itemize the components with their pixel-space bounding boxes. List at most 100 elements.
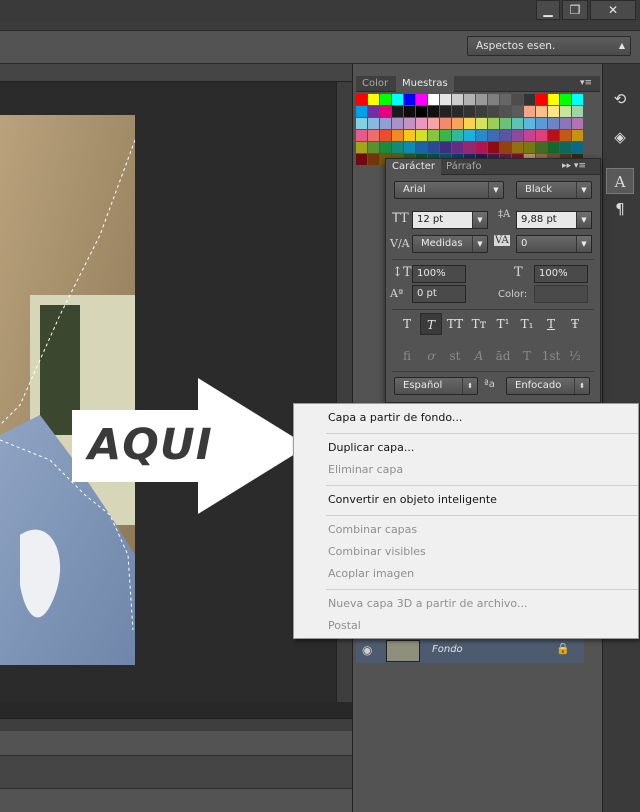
swatch[interactable] xyxy=(452,106,463,117)
swatch[interactable] xyxy=(452,142,463,153)
swatch[interactable] xyxy=(464,94,475,105)
swatch[interactable] xyxy=(572,130,583,141)
swatch[interactable] xyxy=(380,118,391,129)
swatch[interactable] xyxy=(452,94,463,105)
swatch[interactable] xyxy=(476,106,487,117)
swatch[interactable] xyxy=(500,130,511,141)
history-icon[interactable]: ⟲ xyxy=(606,86,634,112)
swatch[interactable] xyxy=(452,130,463,141)
swatch[interactable] xyxy=(500,118,511,129)
text-color-swatch[interactable] xyxy=(534,285,588,303)
swatch[interactable] xyxy=(356,118,367,129)
swatch[interactable] xyxy=(440,142,451,153)
panel-menu-icon[interactable]: ▸▸ ▾≡ xyxy=(562,161,586,171)
swatch[interactable] xyxy=(464,118,475,129)
swatch[interactable] xyxy=(512,142,523,153)
swatch[interactable] xyxy=(524,118,535,129)
swatch[interactable] xyxy=(392,106,403,117)
leading-field[interactable]: 9,88 pt ▼ xyxy=(516,211,592,229)
swatch[interactable] xyxy=(380,142,391,153)
all-caps-button[interactable]: TT xyxy=(444,313,466,335)
swatch[interactable] xyxy=(524,142,535,153)
language-select[interactable]: Español ⬍ xyxy=(394,377,478,395)
swatch[interactable] xyxy=(572,94,583,105)
swatch[interactable] xyxy=(512,118,523,129)
fractions-button[interactable]: ½ xyxy=(564,345,586,367)
swatch[interactable] xyxy=(368,130,379,141)
swatch[interactable] xyxy=(512,130,523,141)
ordinals-button[interactable]: 1st xyxy=(540,345,562,367)
swatch[interactable] xyxy=(368,118,379,129)
swatch[interactable] xyxy=(428,106,439,117)
underline-button[interactable]: T xyxy=(540,313,562,335)
swatch[interactable] xyxy=(392,130,403,141)
swatch[interactable] xyxy=(356,154,367,165)
swatch[interactable] xyxy=(392,94,403,105)
titling-alternates-button[interactable]: T xyxy=(516,345,538,367)
menu-item-eliminar-capa[interactable]: Eliminar capa xyxy=(328,463,403,476)
eye-icon[interactable]: ◉ xyxy=(362,643,372,657)
swatch[interactable] xyxy=(548,118,559,129)
swatch[interactable] xyxy=(416,142,427,153)
tab-color[interactable]: Color xyxy=(356,76,394,92)
baseline-shift-field[interactable]: 0 pt xyxy=(412,285,466,303)
menu-item-convertir-objeto-inteligente[interactable]: Convertir en objeto inteligente xyxy=(328,493,497,506)
swatch[interactable] xyxy=(548,94,559,105)
swatch[interactable] xyxy=(356,142,367,153)
stylistic-alternates-button[interactable]: ād xyxy=(492,345,514,367)
swatch[interactable] xyxy=(392,118,403,129)
swatch[interactable] xyxy=(488,118,499,129)
font-size-field[interactable]: 12 pt ▼ xyxy=(412,211,488,229)
swatch[interactable] xyxy=(548,130,559,141)
swatch[interactable] xyxy=(476,142,487,153)
menu-item-duplicar-capa[interactable]: Duplicar capa... xyxy=(328,441,414,454)
swatch[interactable] xyxy=(488,142,499,153)
swash-button[interactable]: A xyxy=(468,345,490,367)
swatch[interactable] xyxy=(440,130,451,141)
swatch[interactable] xyxy=(404,130,415,141)
swatch[interactable] xyxy=(524,130,535,141)
antialias-select[interactable]: Enfocado ⬍ xyxy=(506,377,590,395)
strikethrough-button[interactable]: Ŧ xyxy=(564,313,586,335)
swatch[interactable] xyxy=(380,94,391,105)
swatch[interactable] xyxy=(356,94,367,105)
swatch[interactable] xyxy=(524,106,535,117)
swatch[interactable] xyxy=(368,106,379,117)
subscript-button[interactable]: T₁ xyxy=(516,313,538,335)
swatch[interactable] xyxy=(464,142,475,153)
workspace-select[interactable]: Aspectos esen. ▲ xyxy=(467,36,631,56)
swatch[interactable] xyxy=(440,118,451,129)
kerning-select[interactable]: Medidas ▼ xyxy=(412,235,488,253)
font-family-select[interactable]: Arial ▼ xyxy=(394,181,504,199)
small-caps-button[interactable]: Tт xyxy=(468,313,490,335)
swatch[interactable] xyxy=(380,130,391,141)
tracking-field[interactable]: 0 ▼ xyxy=(516,235,592,253)
swatch[interactable] xyxy=(536,118,547,129)
menu-item-capa-a-partir-de-fondo[interactable]: Capa a partir de fondo... xyxy=(328,411,462,424)
swatch[interactable] xyxy=(560,106,571,117)
swatch[interactable] xyxy=(416,94,427,105)
swatch[interactable] xyxy=(368,94,379,105)
font-style-select[interactable]: Black ▼ xyxy=(516,181,592,199)
close-button[interactable]: ✕ xyxy=(590,0,636,20)
faux-bold-button[interactable]: T xyxy=(396,313,418,335)
swatch[interactable] xyxy=(392,142,403,153)
swatch[interactable] xyxy=(536,142,547,153)
horizontal-scale-field[interactable]: 100% xyxy=(534,265,588,283)
swatch[interactable] xyxy=(404,118,415,129)
menu-item-combinar-visibles[interactable]: Combinar visibles xyxy=(328,545,426,558)
swatch[interactable] xyxy=(500,142,511,153)
swatch[interactable] xyxy=(536,106,547,117)
swatch[interactable] xyxy=(572,106,583,117)
panel-menu-icon[interactable]: ▾≡ xyxy=(580,78,592,88)
swatch[interactable] xyxy=(560,130,571,141)
swatch[interactable] xyxy=(416,130,427,141)
swatch[interactable] xyxy=(488,94,499,105)
swatch[interactable] xyxy=(368,142,379,153)
swatch[interactable] xyxy=(404,106,415,117)
swatch[interactable] xyxy=(428,94,439,105)
layer-row[interactable]: ◉ Fondo 🔒 xyxy=(356,637,584,663)
swatch[interactable] xyxy=(512,106,523,117)
ligatures-button[interactable]: fi xyxy=(396,345,418,367)
vertical-scale-field[interactable]: 100% xyxy=(412,265,466,283)
